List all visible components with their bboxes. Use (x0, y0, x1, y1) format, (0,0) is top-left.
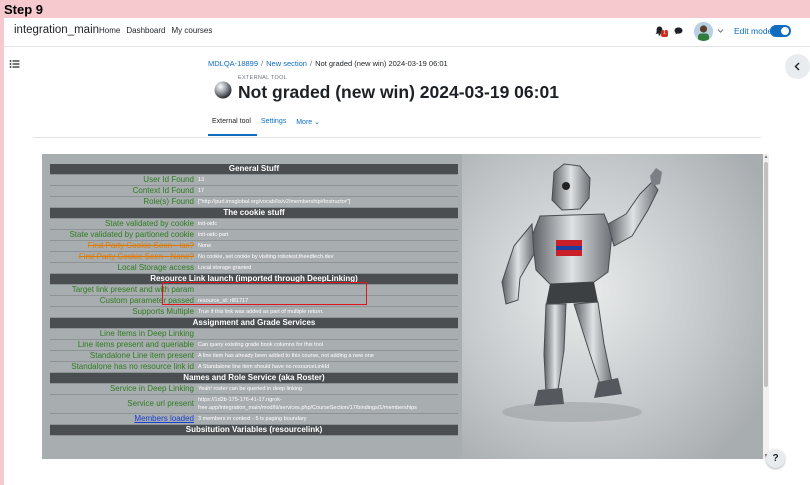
row-key: Supports Multiple (50, 306, 196, 318)
row-value: Can query existing grade book columns fo… (196, 339, 458, 351)
section-header: Subsitution Variables (resourcelink) (50, 424, 458, 436)
section-header-row: Assignment and Grade Services (50, 317, 458, 329)
secondary-navigation-tabs: External tool Settings More ⌄ (208, 115, 326, 136)
edit-mode-toggle[interactable] (770, 25, 791, 37)
section-header: General Stuff (50, 164, 458, 175)
row-value: 13 (196, 174, 458, 186)
iframe-scrollbar[interactable]: ▲ ▼ (763, 154, 769, 459)
breadcrumb-current-page: Not graded (new win) 2024-03-19 06:01 (315, 59, 448, 68)
section-header-row: The cookie stuff (50, 207, 458, 219)
table-row: Service in Deep Linking Yeah! roster can … (50, 383, 458, 395)
table-row: State validated by cookie init-oidc (50, 218, 458, 230)
row-value: Local storage granted (196, 262, 458, 274)
robot-illustration (462, 154, 764, 459)
highlight-box (162, 282, 367, 305)
row-value: A Standalone line item should have no re… (196, 361, 458, 373)
primary-navigation: Home Dashboard My courses (99, 26, 212, 35)
row-value: True if this link was added as part of m… (196, 306, 458, 318)
row-key: Standalone Line item present (50, 350, 196, 362)
row-key: Local Storage access (50, 262, 196, 274)
nav-my-courses-link[interactable]: My courses (171, 26, 212, 35)
row-value: None (196, 240, 458, 252)
section-header-row: Subsitution Variables (resourcelink) (50, 424, 458, 436)
user-menu-chevron-down-icon[interactable] (717, 28, 724, 34)
external-tool-activity-icon (214, 81, 232, 99)
table-row: Local Storage access Local storage grante… (50, 262, 458, 274)
row-value: https://1d2b-175-176-41-17.ngrok-free.ap… (196, 394, 458, 414)
external-tool-iframe[interactable]: General Stuff User Id Found 13 Context Id F… (42, 154, 764, 459)
table-row: Service url present https://1d2b-175-176-… (50, 394, 458, 414)
edit-mode-toggle-knob (781, 27, 789, 35)
chevron-left-icon (794, 62, 800, 71)
notification-count-badge: 1 (661, 30, 668, 37)
row-key: Standalone has no resource link id (50, 361, 196, 373)
row-value: No cookie, set cookie by visiting robote… (196, 251, 458, 263)
row-key: Context Id Found (50, 185, 196, 197)
tab-more[interactable]: More ⌄ (292, 115, 326, 136)
nav-dashboard-link[interactable]: Dashboard (126, 26, 165, 35)
top-navbar: integration_main Home Dashboard My cours… (4, 18, 810, 47)
row-key: Line items present and queriable (50, 339, 196, 351)
scrollbar-thumb[interactable] (764, 162, 768, 387)
help-button[interactable]: ? (766, 449, 785, 468)
row-key: Role(s) Found (50, 196, 196, 208)
table-row: Supports Multiple True if this link was a… (50, 306, 458, 318)
table-row: Standalone has no resource link id A Stan… (50, 361, 458, 373)
tabs-divider (33, 137, 761, 138)
row-key: Line Items in Deep Linking (50, 328, 196, 340)
user-avatar-image (694, 22, 713, 41)
row-value: init-oidc (196, 218, 458, 230)
row-key: State validated by partioned cookie (50, 229, 196, 241)
table-row: Standalone Line item present A line item … (50, 350, 458, 362)
section-header-row: Names and Role Service (aka Roster) (50, 372, 458, 384)
user-avatar[interactable] (694, 22, 713, 41)
table-row: User Id Found 13 (50, 174, 458, 186)
row-key: User Id Found (50, 174, 196, 186)
breadcrumb-section-link[interactable]: New section (266, 59, 307, 68)
tab-external-tool[interactable]: External tool (208, 115, 257, 136)
section-header-row: General Stuff (50, 164, 458, 175)
row-key: First Party Cookie Seen - lax? (50, 240, 196, 252)
edit-mode-label: Edit mode (734, 26, 773, 36)
table-row: Line items present and queriable Can quer… (50, 339, 458, 351)
table-row: First Party Cookie Seen - lax? None (50, 240, 458, 252)
row-key: Service url present (50, 394, 196, 414)
breadcrumb-separator: / (309, 59, 313, 68)
breadcrumb: MDLQA-18899/New section / Not graded (new … (208, 59, 448, 68)
row-key: Service in Deep Linking (50, 383, 196, 395)
row-value: 3 members in context - 5 is paging bound… (196, 413, 458, 425)
site-name[interactable]: integration_main (14, 24, 99, 36)
messages-chat-icon[interactable] (674, 27, 683, 35)
table-row: Context Id Found 17 (50, 185, 458, 197)
breadcrumb-separator: / (261, 59, 264, 68)
row-value: A line item has already been added to th… (196, 350, 458, 362)
table-row: Role(s) Found ["http://purl.imsglobal.org… (50, 196, 458, 208)
table-row: Members loaded 3 members in context - 5 i… (50, 413, 458, 425)
row-value: init-oidc-part (196, 229, 458, 241)
row-key: First Party Cookie Seen - None? (50, 251, 196, 263)
section-header: Names and Role Service (aka Roster) (50, 372, 458, 384)
table-row: Line Items in Deep Linking (50, 328, 458, 340)
scroll-up-arrow-icon[interactable]: ▲ (763, 154, 769, 160)
breadcrumb-course-link[interactable]: MDLQA-18899 (208, 59, 258, 68)
nav-home-link[interactable]: Home (99, 26, 120, 35)
row-value: Yeah! roster can be queried in deep link… (196, 383, 458, 395)
block-drawer-toggle[interactable] (785, 54, 810, 79)
row-key[interactable]: Members loaded (50, 413, 196, 425)
row-value: 17 (196, 185, 458, 197)
table-row: State validated by partioned cookie init-… (50, 229, 458, 241)
browser-viewport: integration_main Home Dashboard My cours… (4, 18, 810, 485)
activity-type-label: EXTERNAL TOOL (238, 75, 288, 81)
row-value: ["http://purl.imsglobal.org/vocab/lis/v2… (196, 196, 458, 208)
step-label: Step 9 (4, 2, 44, 17)
page-title: Not graded (new win) 2024-03-19 06:01 (238, 82, 559, 102)
table-row: First Party Cookie Seen - None? No cookie… (50, 251, 458, 263)
section-header: Assignment and Grade Services (50, 317, 458, 329)
tab-settings[interactable]: Settings (257, 115, 292, 136)
row-value (196, 328, 458, 340)
section-header: The cookie stuff (50, 207, 458, 219)
row-key: State validated by cookie (50, 218, 196, 230)
course-index-drawer-icon[interactable] (9, 58, 21, 70)
